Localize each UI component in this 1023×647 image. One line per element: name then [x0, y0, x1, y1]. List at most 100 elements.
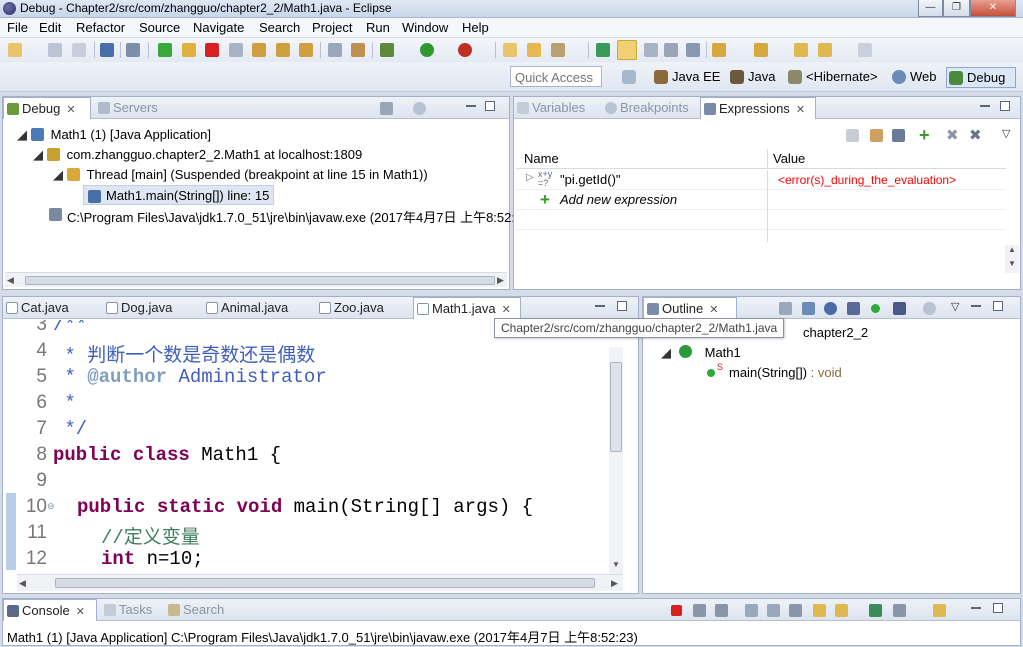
show-type-names-icon[interactable] [846, 129, 859, 142]
disconnect-icon[interactable] [229, 43, 243, 57]
pin-console-icon[interactable] [869, 604, 882, 617]
code-area[interactable]: 3/** 4 * 判断一个数是奇数还是偶数 5 * @author Admini… [17, 320, 609, 574]
restore-button[interactable]: ❐ [943, 0, 970, 17]
editor-horizontal-scrollbar[interactable]: ◀ ▶ [17, 574, 623, 591]
scrollbar-thumb[interactable] [55, 578, 595, 588]
menu-source[interactable]: Source [139, 20, 180, 35]
menu-run[interactable]: Run [366, 20, 390, 35]
step-return-icon[interactable] [299, 43, 313, 57]
new-java-project-icon[interactable] [503, 43, 517, 57]
forward-icon[interactable] [858, 43, 872, 57]
expression-row[interactable]: ▷ x+y =? "pi.getId()" <error(s)_during_th… [516, 170, 1006, 190]
toggle-mark-occurrences-icon[interactable] [617, 40, 637, 60]
menu-search[interactable]: Search [259, 20, 300, 35]
save-all-icon[interactable] [72, 43, 86, 57]
last-edit-icon[interactable] [794, 43, 808, 57]
menu-project[interactable]: Project [312, 20, 352, 35]
skip-breakpoints-icon[interactable] [126, 43, 140, 57]
outline-class[interactable]: ◢ Math1 [661, 345, 741, 361]
word-wrap-icon[interactable] [789, 604, 802, 617]
hide-static-icon[interactable] [824, 302, 837, 315]
open-type-icon[interactable] [527, 43, 541, 57]
run-icon[interactable] [420, 43, 434, 57]
tab-servers[interactable]: Servers [95, 97, 175, 119]
minimize-icon[interactable] [980, 105, 990, 107]
step-into-icon[interactable] [252, 43, 266, 57]
link-icon[interactable] [923, 302, 936, 315]
resume-icon[interactable] [158, 43, 172, 57]
display-console-icon[interactable] [893, 604, 906, 617]
use-step-filters-icon[interactable] [351, 43, 365, 57]
perspective-web[interactable]: Web [890, 67, 937, 88]
tab-search[interactable]: Search [165, 599, 235, 621]
clear-console-icon[interactable] [745, 604, 758, 617]
minimize-button[interactable]: — [918, 0, 943, 17]
perspective-java-ee[interactable]: Java EE [652, 67, 720, 88]
tab-math1-java[interactable]: Math1.java ✕ [413, 297, 521, 319]
debug-icon[interactable] [380, 43, 394, 57]
open-console-icon[interactable] [933, 604, 946, 617]
minimize-icon[interactable] [971, 607, 981, 609]
editor-vertical-scrollbar[interactable]: ▼ [609, 347, 623, 574]
back-icon[interactable] [818, 43, 832, 57]
menu-edit[interactable]: Edit [39, 20, 61, 35]
tree-item-app[interactable]: ◢ Math1 (1) [Java Application] [17, 127, 211, 143]
menu-help[interactable]: Help [462, 20, 489, 35]
quick-access-input[interactable] [510, 66, 602, 87]
perspective-debug[interactable]: Debug [946, 67, 1016, 88]
tab-variables[interactable]: Variables [514, 97, 600, 119]
maximize-icon[interactable] [993, 301, 1003, 311]
collapse-icon[interactable] [870, 129, 883, 142]
add-expression-row[interactable]: + Add new expression [516, 190, 1006, 210]
new-icon[interactable] [8, 43, 22, 57]
remove-all-expressions-icon[interactable]: ✖ [969, 126, 982, 144]
column-value[interactable]: Value [773, 151, 805, 166]
menu-navigate[interactable]: Navigate [193, 20, 244, 35]
scroll-lock-icon[interactable] [767, 604, 780, 617]
tab-zoo-java[interactable]: Zoo.java [316, 297, 406, 319]
remove-expression-icon[interactable]: ✖ [946, 126, 959, 144]
print-icon[interactable] [100, 43, 114, 57]
block-selection-icon[interactable] [644, 43, 658, 57]
horizontal-scrollbar[interactable]: ◀ ▶ [5, 272, 507, 287]
view-menu-icon[interactable]: ▽ [951, 300, 959, 313]
close-icon[interactable]: ✕ [76, 602, 85, 623]
hide-local-types-icon[interactable] [871, 304, 880, 313]
tree-item-thread[interactable]: ◢ Thread [main] (Suspended (breakpoint a… [53, 167, 428, 183]
remove-all-icon[interactable] [715, 604, 728, 617]
tab-cat-java[interactable]: Cat.java [3, 297, 93, 319]
scrollbar-thumb[interactable] [25, 276, 495, 285]
view-menu-icon[interactable] [413, 102, 426, 115]
open-perspective-button[interactable] [620, 67, 642, 88]
search-tool-icon[interactable] [551, 43, 565, 57]
tab-dog-java[interactable]: Dog.java [103, 297, 193, 319]
external-tools-icon[interactable] [458, 43, 472, 57]
add-expression-icon[interactable]: + [919, 125, 930, 146]
vertical-scrollbar[interactable]: ▲ ▼ [1005, 245, 1019, 273]
show-on-error-icon[interactable] [835, 604, 848, 617]
tree-item-process[interactable]: C:\Program Files\Java\jdk1.7.0_51\jre\bi… [49, 207, 515, 226]
tab-debug[interactable]: Debug ✕ [3, 97, 91, 119]
tab-animal-java[interactable]: Animal.java [203, 297, 299, 319]
terminate-icon[interactable] [205, 43, 219, 57]
paragraph-icon[interactable] [686, 43, 700, 57]
drop-to-frame-icon[interactable] [328, 43, 342, 57]
column-name[interactable]: Name [524, 151, 559, 166]
next-annotation-icon[interactable] [712, 43, 726, 57]
tab-expressions[interactable]: Expressions ✕ [700, 97, 816, 119]
scrollbar-thumb[interactable] [610, 362, 622, 452]
maximize-icon[interactable] [617, 301, 627, 311]
maximize-icon[interactable] [993, 603, 1003, 613]
focus-icon[interactable] [893, 302, 906, 315]
terminate-icon[interactable] [671, 605, 682, 616]
maximize-icon[interactable] [1000, 101, 1010, 111]
expand-icon[interactable] [892, 129, 905, 142]
maximize-icon[interactable] [485, 101, 495, 111]
close-button[interactable]: ✕ [970, 0, 1016, 17]
tree-item-stack-frame[interactable]: Math1.main(String[]) line: 15 [83, 185, 275, 205]
show-on-output-icon[interactable] [813, 604, 826, 617]
tab-breakpoints[interactable]: Breakpoints [602, 97, 698, 119]
fold-icon[interactable]: ⊖ [47, 501, 55, 512]
save-icon[interactable] [48, 43, 62, 57]
tab-outline[interactable]: Outline ✕ [643, 297, 737, 319]
